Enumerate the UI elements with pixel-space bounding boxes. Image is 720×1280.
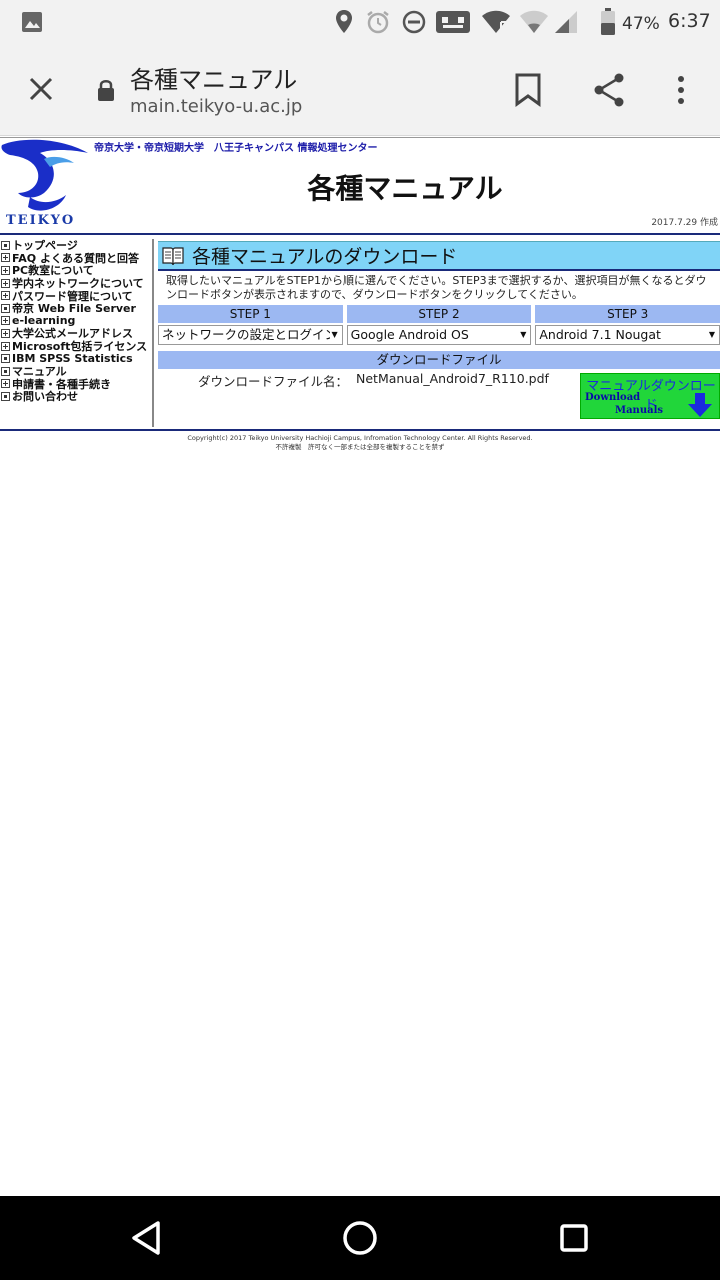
wifi-weak-icon xyxy=(518,8,550,36)
logo-text: TEIKYO xyxy=(6,213,76,228)
expand-plus-icon xyxy=(1,341,10,351)
clock: 6:37 xyxy=(668,10,711,32)
sidebar-item-label: お問い合わせ xyxy=(12,390,78,404)
voicemail-icon xyxy=(434,8,472,36)
page-title: 各種マニュアル xyxy=(307,172,503,205)
cell-signal-icon xyxy=(552,8,580,36)
browser-toolbar: 各種マニュアル main.teikyo-u.ac.jp xyxy=(0,44,720,136)
footer: Copyright(c) 2017 Teikyo University Hach… xyxy=(0,434,720,452)
bullet-icon xyxy=(1,391,10,401)
more-options-button[interactable] xyxy=(657,66,705,114)
book-icon xyxy=(162,246,184,265)
step-1-select[interactable]: ネットワークの設定とログイン ▼ xyxy=(158,325,343,345)
download-row: ダウンロードファイル名： NetManual_Android7_R110.pdf… xyxy=(158,369,720,419)
home-circle-icon xyxy=(343,1221,377,1255)
header-top-rule xyxy=(0,137,720,138)
more-vertical-icon xyxy=(678,76,684,104)
do-not-disturb-icon xyxy=(400,8,428,36)
step-1: STEP 1 ネットワークの設定とログイン ▼ xyxy=(158,305,343,345)
alarm-icon xyxy=(364,8,392,36)
expand-plus-icon xyxy=(1,379,10,389)
battery-icon xyxy=(598,8,618,36)
dropdown-arrow-icon: ▼ xyxy=(708,330,716,339)
sidebar-item[interactable]: お問い合わせ xyxy=(0,390,152,403)
navigation-bar xyxy=(0,1196,720,1280)
recents-button[interactable] xyxy=(554,1218,594,1258)
step-2-select[interactable]: Google Android OS ▼ xyxy=(346,325,532,345)
step-1-selected-value: ネットワークの設定とログイン xyxy=(162,327,338,342)
download-button-label-en-2: Manuals xyxy=(615,405,663,416)
header-bottom-rule xyxy=(0,233,720,235)
close-icon xyxy=(29,77,53,101)
status-bar: 47% 6:37 xyxy=(0,0,720,44)
sidebar-nav: トップページ FAQ よくある質問と回答 PC教室について 学内ネットワークについてパ… xyxy=(0,239,154,427)
bullet-icon xyxy=(1,366,10,376)
download-button-label-en-1: Download xyxy=(585,392,641,403)
step-1-header: STEP 1 xyxy=(158,305,343,323)
sidebar-item[interactable]: 帝京 Web File Server xyxy=(0,302,152,315)
footer-rule xyxy=(0,429,720,431)
download-file-header: ダウンロードファイル xyxy=(158,351,720,369)
expand-plus-icon xyxy=(1,328,10,338)
expand-plus-icon xyxy=(1,278,10,288)
download-manual-button[interactable]: マニュアルダウンロード Download Manuals xyxy=(580,373,720,419)
share-icon xyxy=(594,73,624,107)
step-3: STEP 3 Android 7.1 Nougat ▼ xyxy=(535,305,720,345)
step-3-header: STEP 3 xyxy=(535,305,720,323)
back-triangle-icon xyxy=(132,1221,160,1255)
download-arrow-icon xyxy=(688,393,712,417)
gallery-notification-icon xyxy=(20,8,44,36)
dropdown-arrow-icon: ▼ xyxy=(520,330,527,339)
bullet-icon xyxy=(1,303,10,313)
section-title-bar: 各種マニュアルのダウンロード xyxy=(158,241,720,271)
expand-plus-icon xyxy=(1,253,10,263)
home-button[interactable] xyxy=(340,1218,380,1258)
step-2: STEP 2 Google Android OS ▼ xyxy=(346,305,532,345)
bookmark-button[interactable] xyxy=(504,66,552,114)
lock-icon xyxy=(96,78,116,102)
copy-notice: 不許複製 許可なく一部または全部を複製することを禁ず xyxy=(275,443,445,451)
url-display[interactable]: main.teikyo-u.ac.jp xyxy=(130,96,302,117)
expand-plus-icon xyxy=(1,316,10,326)
section-title: 各種マニュアルのダウンロード xyxy=(192,246,458,268)
dropdown-arrow-icon: ▼ xyxy=(329,326,338,344)
main-content: 各種マニュアルのダウンロード 取得したいマニュアルをSTEP1から順に選んでくだ… xyxy=(158,241,720,419)
bullet-icon xyxy=(1,240,10,250)
step-3-selected-value: Android 7.1 Nougat xyxy=(539,327,661,342)
bullet-icon xyxy=(1,354,10,364)
copyright-text: Copyright(c) 2017 Teikyo University Hach… xyxy=(187,434,533,442)
tab-page-title: 各種マニュアル xyxy=(130,66,298,94)
expand-plus-icon xyxy=(1,265,10,275)
battery-percentage: 47% xyxy=(622,14,660,34)
location-icon xyxy=(332,8,356,36)
step-selectors: STEP 1 ネットワークの設定とログイン ▼ STEP 2 Google An… xyxy=(158,305,720,345)
download-file-label: ダウンロードファイル名： xyxy=(198,374,349,389)
step-3-select[interactable]: Android 7.1 Nougat ▼ xyxy=(535,325,720,345)
sidebar-item[interactable]: Microsoft包括ライセンス xyxy=(0,340,152,353)
web-page: TEIKYO 帝京大学・帝京短期大学 八王子キャンパス 情報処理センター 各種マ… xyxy=(0,137,720,1197)
close-tab-button[interactable] xyxy=(22,70,60,108)
back-button[interactable] xyxy=(126,1218,166,1258)
share-button[interactable] xyxy=(585,66,633,114)
download-file-name: NetManual_Android7_R110.pdf xyxy=(356,371,549,386)
instructions-text: 取得したいマニュアルをSTEP1から順に選んでください。STEP3まで選択するか… xyxy=(166,274,707,301)
expand-plus-icon xyxy=(1,291,10,301)
wifi-icon xyxy=(480,8,512,36)
university-link[interactable]: 帝京大学・帝京短期大学 八王子キャンパス 情報処理センター xyxy=(94,139,377,154)
step-2-selected-value: Google Android OS xyxy=(350,327,469,342)
step-2-header: STEP 2 xyxy=(346,305,532,323)
bookmark-icon xyxy=(515,73,541,107)
created-date: 2017.7.29 作成 xyxy=(651,218,718,228)
recents-square-icon xyxy=(560,1224,588,1252)
